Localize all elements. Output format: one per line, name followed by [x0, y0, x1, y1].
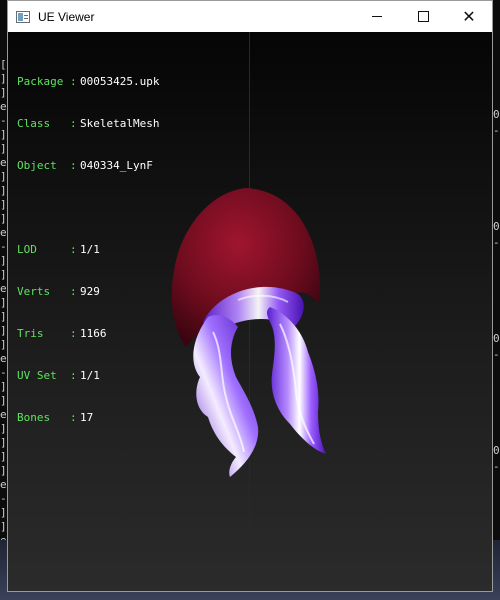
console-glyph: ] [0, 212, 7, 225]
package-label: Package [17, 75, 64, 88]
console-glyph: e [0, 282, 7, 295]
console-glyph: [ [0, 58, 7, 71]
class-label: Class [17, 117, 51, 130]
console-glyph: ] [0, 436, 7, 449]
window-title: UE Viewer [38, 9, 95, 24]
verts-label: Verts [17, 285, 51, 298]
console-glyph: e [0, 352, 7, 365]
close-icon: ✕ [462, 8, 476, 26]
app-icon[interactable] [16, 10, 30, 23]
console-glyph: ] [0, 268, 7, 281]
object-value: 040334_LynF [80, 159, 153, 172]
maximize-icon [417, 11, 429, 22]
console-glyph: - [493, 460, 500, 473]
3d-viewport[interactable]: Package:00053425.upk Class: SkeletalMesh … [8, 32, 492, 591]
tris-label: Tris [17, 327, 44, 340]
tris-value: 1166 [80, 327, 107, 340]
ue-viewer-window: UE Viewer ✕ Package: 00053425.upk Class… [7, 0, 493, 592]
minimize-icon [372, 16, 382, 17]
lod-label: LOD [17, 243, 37, 256]
class-value: SkeletalMesh [80, 117, 160, 130]
console-glyph: ] [0, 184, 7, 197]
console-glyph: - [493, 236, 500, 249]
console-glyph: e [0, 226, 7, 239]
console-glyph: 0 [493, 108, 500, 121]
bones-label: Bones [17, 411, 51, 424]
console-glyph: 0 [493, 444, 500, 457]
title-bar[interactable]: UE Viewer ✕ [8, 1, 492, 32]
console-glyph: ] [0, 394, 7, 407]
console-glyph: ] [0, 380, 7, 393]
minimize-button[interactable] [354, 1, 400, 32]
hair-right-tail [267, 307, 326, 454]
console-glyph: ] [0, 128, 7, 141]
console-glyph: 0 [493, 220, 500, 233]
console-glyph: ] [0, 506, 7, 519]
console-glyph: ] [0, 72, 7, 85]
console-glyph: ] [0, 338, 7, 351]
console-glyph: ] [0, 296, 7, 309]
lod-value: 1/1 [80, 243, 100, 256]
console-glyph: e [0, 100, 7, 113]
console-glyph: - [493, 124, 500, 137]
console-glyph: e [0, 156, 7, 169]
object-label: Object [17, 159, 57, 172]
console-glyph: 0 [493, 332, 500, 345]
console-glyph: ] [0, 254, 7, 267]
console-glyph: ] [0, 520, 7, 533]
console-glyph: - [493, 348, 500, 361]
maximize-button[interactable] [400, 1, 446, 32]
console-glyph: ] [0, 86, 7, 99]
uvset-value: 1/1 [80, 369, 100, 382]
mesh-info-overlay: Package:00053425.upk Class: SkeletalMesh … [17, 75, 160, 424]
window-controls: ✕ [354, 1, 492, 32]
console-glyph: - [0, 366, 7, 379]
console-glyph: ] [0, 422, 7, 435]
console-glyph: ] [0, 170, 7, 183]
console-glyph: - [0, 240, 7, 253]
bones-value: 17 [80, 411, 94, 424]
hood-shape [171, 188, 320, 347]
verts-value: 929 [80, 285, 100, 298]
package-value: 00053425.upk [80, 75, 160, 88]
console-glyph: - [0, 114, 7, 127]
console-glyph: e [0, 478, 7, 491]
console-glyph: ] [0, 310, 7, 323]
console-glyph: - [0, 492, 7, 505]
console-glyph: ] [0, 198, 7, 211]
uvset-label: UV Set [17, 369, 57, 382]
close-button[interactable]: ✕ [446, 1, 492, 32]
console-glyph: ] [0, 450, 7, 463]
console-glyph: e [0, 408, 7, 421]
background-console-right: 0 - 0 - 0 - 0 - [492, 0, 500, 600]
console-glyph: ] [0, 142, 7, 155]
console-glyph: ] [0, 324, 7, 337]
console-glyph: ] [0, 464, 7, 477]
